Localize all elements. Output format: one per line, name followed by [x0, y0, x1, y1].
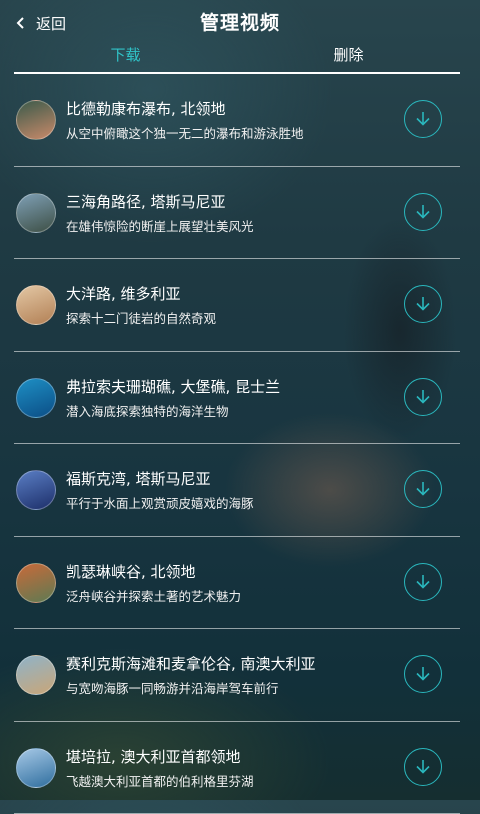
video-thumbnail: [16, 748, 56, 788]
video-thumbnail: [16, 285, 56, 325]
download-icon: [414, 110, 432, 128]
video-title: 堪培拉, 澳大利亚首都领地: [66, 746, 241, 767]
video-thumbnail: [16, 563, 56, 603]
download-button[interactable]: [404, 748, 442, 786]
tab-download[interactable]: 下载: [14, 42, 237, 72]
download-icon: [414, 203, 432, 221]
list-item[interactable]: 凯瑟琳峡谷, 北领地泛舟峡谷并探索土著的艺术魅力: [14, 537, 460, 630]
list-item[interactable]: 大洋路, 维多利亚探索十二门徒岩的自然奇观: [14, 259, 460, 352]
header: 返回 管理视频: [0, 0, 480, 46]
video-thumbnail: [16, 655, 56, 695]
video-title: 福斯克湾, 塔斯马尼亚: [66, 468, 211, 489]
video-description: 与宽吻海豚一同畅游并沿海岸驾车前行: [66, 678, 279, 697]
video-thumbnail: [16, 470, 56, 510]
download-button[interactable]: [404, 563, 442, 601]
list-item[interactable]: 赛利克斯海滩和麦拿伦谷, 南澳大利亚与宽吻海豚一同畅游并沿海岸驾车前行: [14, 629, 460, 722]
video-title: 三海角路径, 塔斯马尼亚: [66, 191, 226, 212]
video-list: 比德勒康布瀑布, 北领地从空中俯瞰这个独一无二的瀑布和游泳胜地三海角路径, 塔斯…: [14, 74, 460, 814]
list-item[interactable]: 三海角路径, 塔斯马尼亚在雄伟惊险的断崖上展望壮美风光: [14, 167, 460, 260]
download-button[interactable]: [404, 285, 442, 323]
page-title: 管理视频: [0, 8, 480, 35]
download-icon: [414, 480, 432, 498]
video-description: 在雄伟惊险的断崖上展望壮美风光: [66, 216, 254, 235]
video-description: 泛舟峡谷并探索土著的艺术魅力: [66, 586, 241, 605]
video-thumbnail: [16, 193, 56, 233]
download-icon: [414, 295, 432, 313]
list-item[interactable]: 堪培拉, 澳大利亚首都领地飞越澳大利亚首都的伯利格里芬湖: [14, 722, 460, 814]
download-icon: [414, 388, 432, 406]
download-button[interactable]: [404, 193, 442, 231]
video-description: 潜入海底探索独特的海洋生物: [66, 401, 229, 420]
video-thumbnail: [16, 100, 56, 140]
download-button[interactable]: [404, 655, 442, 693]
tab-delete[interactable]: 删除: [237, 42, 460, 72]
download-button[interactable]: [404, 378, 442, 416]
video-title: 比德勒康布瀑布, 北领地: [66, 98, 226, 119]
download-icon: [414, 758, 432, 776]
download-button[interactable]: [404, 100, 442, 138]
video-title: 赛利克斯海滩和麦拿伦谷, 南澳大利亚: [66, 653, 316, 674]
list-item[interactable]: 福斯克湾, 塔斯马尼亚平行于水面上观赏顽皮嬉戏的海豚: [14, 444, 460, 537]
list-item[interactable]: 比德勒康布瀑布, 北领地从空中俯瞰这个独一无二的瀑布和游泳胜地: [14, 74, 460, 167]
video-title: 凯瑟琳峡谷, 北领地: [66, 561, 196, 582]
video-description: 飞越澳大利亚首都的伯利格里芬湖: [66, 771, 254, 790]
download-icon: [414, 573, 432, 591]
video-title: 弗拉索夫珊瑚礁, 大堡礁, 昆士兰: [66, 376, 280, 397]
video-title: 大洋路, 维多利亚: [66, 283, 181, 304]
video-description: 探索十二门徒岩的自然奇观: [66, 308, 216, 327]
tab-bar: 下载 删除: [14, 42, 460, 74]
list-item[interactable]: 弗拉索夫珊瑚礁, 大堡礁, 昆士兰潜入海底探索独特的海洋生物: [14, 352, 460, 445]
video-description: 从空中俯瞰这个独一无二的瀑布和游泳胜地: [66, 123, 304, 142]
video-thumbnail: [16, 378, 56, 418]
download-button[interactable]: [404, 470, 442, 508]
download-icon: [414, 665, 432, 683]
video-description: 平行于水面上观赏顽皮嬉戏的海豚: [66, 493, 254, 512]
